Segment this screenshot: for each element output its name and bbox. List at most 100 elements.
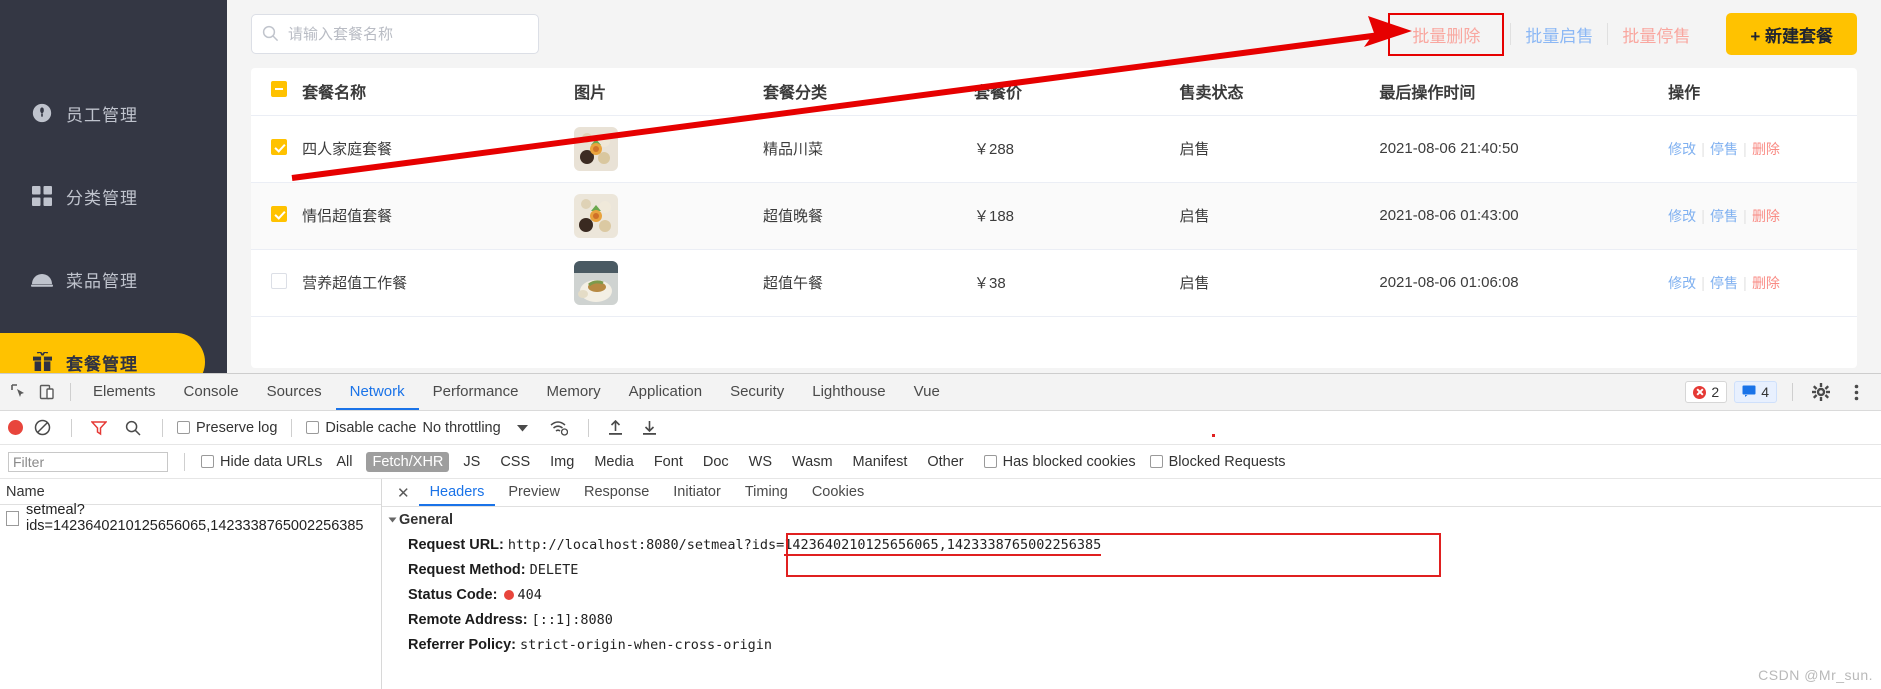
- record-icon[interactable]: [8, 420, 23, 435]
- export-har-icon[interactable]: [637, 415, 663, 441]
- table-row[interactable]: 情侣超值套餐 超值晚餐 ￥188 启售 2021-08-06 01:43:00: [251, 182, 1857, 250]
- error-icon: [1693, 385, 1707, 399]
- status-code-value: 404: [517, 587, 542, 603]
- devtools-tab-security[interactable]: Security: [716, 374, 798, 410]
- edit-link[interactable]: 修改: [1668, 208, 1696, 224]
- devtools-tab-console[interactable]: Console: [170, 374, 253, 410]
- devtools-tab-performance[interactable]: Performance: [419, 374, 533, 410]
- devtools-tab-application[interactable]: Application: [615, 374, 716, 410]
- disable-link[interactable]: 停售: [1710, 275, 1738, 291]
- error-count-badge[interactable]: 2: [1685, 381, 1728, 403]
- cell-status: 启售: [1179, 249, 1380, 317]
- disable-link[interactable]: 停售: [1710, 141, 1738, 157]
- network-filter-bar: Hide data URLs All Fetch/XHR JS CSS Img …: [0, 445, 1881, 479]
- filter-type-font[interactable]: Font: [648, 452, 689, 472]
- preserve-log-checkbox[interactable]: [177, 421, 190, 434]
- divider: [291, 418, 293, 437]
- sidebar-item-employee[interactable]: 员工管理: [0, 84, 205, 142]
- divider: |: [1743, 274, 1747, 292]
- filter-type-doc[interactable]: Doc: [697, 452, 735, 472]
- has-blocked-cookies-label: Has blocked cookies: [1002, 453, 1136, 470]
- search-input[interactable]: [251, 14, 539, 54]
- has-blocked-cookies-checkbox[interactable]: [983, 455, 997, 468]
- filter-type-img[interactable]: Img: [544, 452, 580, 472]
- sidebar-item-category[interactable]: 分类管理: [0, 167, 205, 225]
- edit-link[interactable]: 修改: [1668, 141, 1696, 157]
- general-section-title: General: [399, 512, 453, 528]
- delete-link[interactable]: 删除: [1752, 275, 1780, 291]
- user-icon: [30, 101, 54, 125]
- blocked-requests-toggle[interactable]: Blocked Requests: [1149, 454, 1286, 470]
- detail-tab-initiator[interactable]: Initiator: [662, 479, 732, 506]
- edit-link[interactable]: 修改: [1668, 275, 1696, 291]
- disable-link[interactable]: 停售: [1710, 208, 1738, 224]
- detail-tab-timing[interactable]: Timing: [734, 479, 799, 506]
- batch-disable-button[interactable]: 批量停售: [1608, 22, 1704, 47]
- devtools-tab-memory[interactable]: Memory: [533, 374, 615, 410]
- devtools-tab-elements[interactable]: Elements: [79, 374, 170, 410]
- batch-delete-button[interactable]: 批量删除: [1398, 27, 1494, 46]
- table-row[interactable]: 营养超值工作餐 超值午餐 ￥38 启售 2021-08-06 01:06:08: [251, 249, 1857, 317]
- close-icon[interactable]: ✕: [390, 484, 417, 502]
- has-blocked-cookies-toggle[interactable]: Has blocked cookies: [983, 453, 1136, 470]
- devtools-tab-sources[interactable]: Sources: [253, 374, 336, 410]
- sidebar-item-setmeal[interactable]: 套餐管理: [0, 333, 205, 373]
- network-conditions-icon[interactable]: [546, 415, 572, 441]
- throttling-select[interactable]: No throttling: [422, 420, 500, 436]
- gear-icon[interactable]: [1808, 379, 1834, 405]
- devtools-status-area: 2 4: [1685, 379, 1881, 405]
- batch-enable-button[interactable]: 批量启售: [1511, 22, 1607, 47]
- select-all-checkbox[interactable]: [271, 80, 287, 97]
- filter-type-ws[interactable]: WS: [743, 452, 778, 472]
- devtools-tab-vue[interactable]: Vue: [900, 374, 954, 410]
- filter-type-fetch-xhr[interactable]: Fetch/XHR: [366, 451, 450, 472]
- filter-type-other[interactable]: Other: [921, 452, 969, 472]
- delete-link[interactable]: 删除: [1752, 141, 1780, 157]
- dish-cover-icon: [30, 267, 54, 291]
- row-checkbox[interactable]: [271, 205, 287, 222]
- filter-type-all[interactable]: All: [330, 452, 358, 472]
- clear-icon[interactable]: [29, 415, 55, 441]
- devtools-tab-lighthouse[interactable]: Lighthouse: [798, 374, 899, 410]
- chevron-down-icon[interactable]: [516, 419, 528, 437]
- filter-type-wasm[interactable]: Wasm: [786, 452, 839, 472]
- th-price: 套餐价: [973, 68, 1180, 116]
- detail-tab-preview[interactable]: Preview: [497, 479, 571, 506]
- filter-type-js[interactable]: JS: [457, 452, 486, 472]
- search-box[interactable]: [251, 14, 539, 54]
- detail-tab-response[interactable]: Response: [573, 479, 660, 506]
- device-toolbar-icon[interactable]: [34, 379, 60, 405]
- request-url-row: Request URL: http://localhost:8080/setme…: [382, 533, 1881, 558]
- new-setmeal-button[interactable]: + 新建套餐: [1726, 13, 1857, 55]
- detail-tab-headers[interactable]: Headers: [418, 479, 496, 506]
- table-row[interactable]: 四人家庭套餐 精品川菜 ￥288 启售 2021-08-06 21:40:50: [251, 115, 1857, 183]
- disable-cache-checkbox[interactable]: [306, 421, 320, 434]
- hide-data-urls-checkbox[interactable]: [201, 455, 214, 468]
- filter-type-manifest[interactable]: Manifest: [847, 452, 914, 472]
- divider: |: [1701, 207, 1706, 225]
- delete-link[interactable]: 删除: [1752, 208, 1780, 224]
- blocked-requests-checkbox[interactable]: [1149, 455, 1163, 468]
- row-checkbox[interactable]: [271, 272, 287, 289]
- cell-image: [574, 182, 763, 250]
- devtools-tab-network[interactable]: Network: [335, 374, 419, 410]
- inspect-element-icon[interactable]: [6, 379, 32, 405]
- preserve-log-toggle[interactable]: Preserve log: [177, 420, 277, 436]
- filter-type-media[interactable]: Media: [588, 452, 640, 472]
- import-har-icon[interactable]: [603, 415, 629, 441]
- message-count-badge[interactable]: 4: [1734, 381, 1777, 403]
- hide-data-urls-toggle[interactable]: Hide data URLs: [201, 454, 322, 470]
- detail-tab-cookies[interactable]: Cookies: [801, 479, 875, 506]
- network-filter-input[interactable]: [8, 451, 168, 472]
- search-icon[interactable]: [120, 415, 146, 441]
- filter-icon[interactable]: [86, 415, 112, 441]
- more-options-icon[interactable]: [1843, 379, 1869, 405]
- sidebar-item-dish[interactable]: 菜品管理: [0, 250, 205, 308]
- request-name: setmeal?ids=1423640210125656065,14233387…: [26, 502, 364, 534]
- disable-cache-label: Disable cache: [325, 419, 417, 436]
- row-checkbox[interactable]: [271, 138, 287, 155]
- filter-type-css[interactable]: CSS: [494, 452, 536, 472]
- general-section-header[interactable]: General: [382, 507, 1881, 533]
- request-list-item[interactable]: setmeal?ids=1423640210125656065,14233387…: [0, 502, 381, 534]
- disable-cache-toggle[interactable]: Disable cache: [306, 420, 416, 436]
